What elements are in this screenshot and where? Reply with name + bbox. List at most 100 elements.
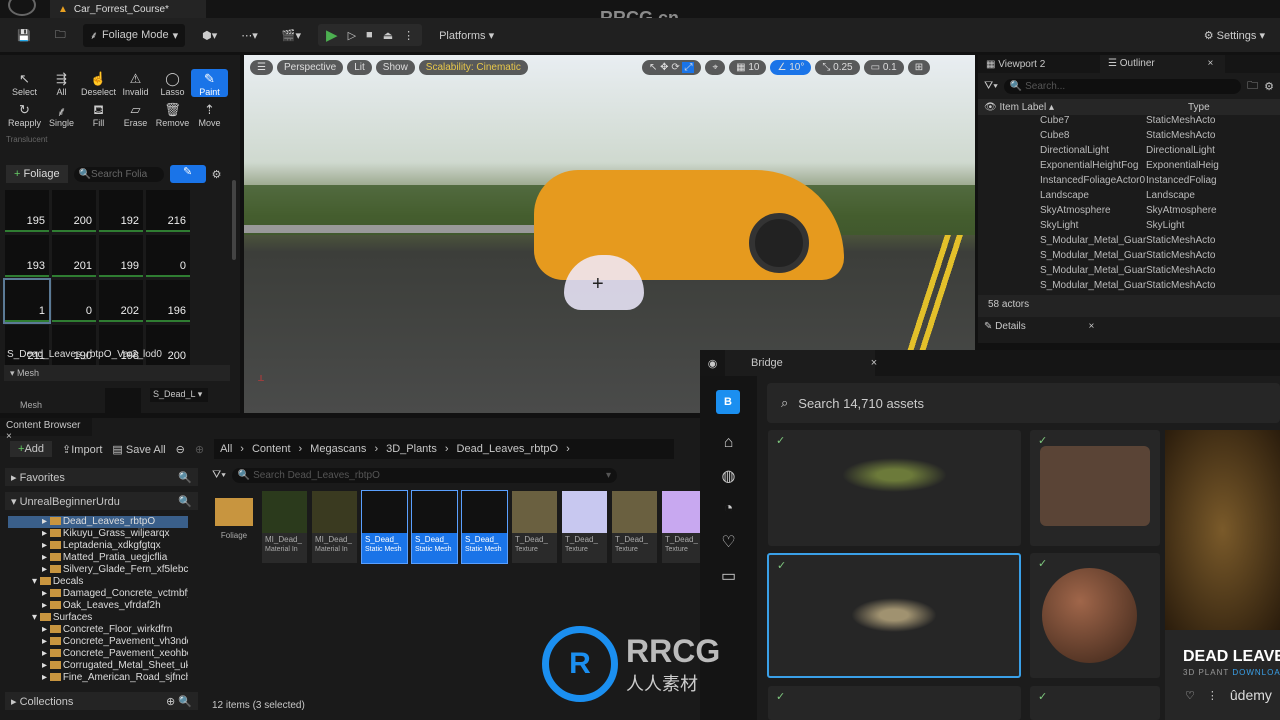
asset-search-input[interactable]: 🔍 Search Dead_Leaves_rbtpO ▾ [231,468,617,483]
column-type[interactable]: Type [1188,102,1210,113]
settings-button[interactable]: ⚙ Settings ▾ [1197,25,1272,46]
home-icon[interactable]: ⌂ [700,434,757,452]
folder-tree-item[interactable]: ▸ Leptadenia_xdkgfgtqx [8,540,188,552]
foliage-item[interactable]: 196 [146,280,190,322]
asset-folder-foliage[interactable]: Foliage [212,493,256,540]
tool-select[interactable]: ↖ Select [6,69,43,97]
add-collection-icon[interactable]: ⊕ 🔍 [166,695,192,708]
tool-fill[interactable]: ⛾ Fill [80,100,117,128]
download-link[interactable]: DOWNLOADE [1232,668,1280,677]
scrollbar[interactable] [232,180,236,260]
favorite-icon[interactable]: ♡ [1185,689,1195,702]
tool-reapply[interactable]: ↻ Reapply [6,100,43,128]
platforms-button[interactable]: Platforms ▾ [432,25,501,46]
transform-tools[interactable]: ↖ ✥ ⟳ ⤢ [642,60,702,75]
outliner-row[interactable]: S_Modular_Metal_Guardrail_uh1klStaticMes… [978,265,1280,280]
tab-details[interactable]: ✎ Details × [978,317,1280,339]
tool-move[interactable]: ⇡ Move [191,100,228,128]
foliage-item[interactable]: 200 [146,325,190,367]
folder-tree-item[interactable]: ▸ Dead_Leaves_rbtpO [8,516,188,528]
chevron-right-icon[interactable]: › [445,443,449,455]
search-icon[interactable]: 🔍 [178,471,192,484]
folder-tree-item[interactable]: ▸ Fine_American_Road_sjfnch [8,672,188,684]
foliage-item[interactable]: 200 [52,190,96,232]
asset-tile[interactable]: S_Dead_ Static Mesh [361,490,408,564]
foliage-item[interactable]: 195 [5,190,49,232]
breadcrumb-item[interactable]: All [220,443,232,455]
folder-tree-item[interactable]: ▸ Matted_Pratia_uegjcflia [8,552,188,564]
step-icon[interactable]: ▷ [348,29,356,42]
save-all-button[interactable]: ▤ Save All [112,443,165,456]
filter-icon[interactable]: ⛛▾ [212,469,226,482]
add-actor-button[interactable]: ⬢▾ [195,25,224,46]
outliner-row[interactable]: SkyLight SkyLight [978,220,1280,235]
layout-button[interactable]: ⊞ [907,60,931,75]
folder-tree-item[interactable]: ▾ Decals [8,576,188,588]
heart-icon[interactable]: ♡ [700,532,757,552]
close-icon[interactable]: × [1089,321,1095,332]
close-icon[interactable]: × [871,357,877,369]
folder-tree-item[interactable]: ▸ Oak_Leaves_vfrdaf2h [8,600,188,612]
level-tab[interactable]: ▲ Car_Forrest_Course* [50,0,206,18]
outliner-row[interactable]: Landscape Landscape [978,190,1280,205]
outliner-row[interactable]: S_Modular_Metal_Guardrail_uh1klStaticMes… [978,235,1280,250]
more-icon[interactable]: ⋮ [1207,689,1218,702]
foliage-item[interactable]: 190 [52,325,96,367]
asset-card[interactable]: ✓ [1030,430,1160,546]
column-item-label[interactable]: 👁 Item Label ▴ [978,102,1188,113]
browse-icon[interactable]: 🗀 [48,22,73,49]
chevron-right-icon[interactable]: › [299,443,303,455]
tool-invalid[interactable]: ⚠ Invalid [117,69,154,97]
foliage-item[interactable]: 0 [146,235,190,277]
back-icon[interactable]: ⊖ [176,443,185,456]
save-icon[interactable]: 💾 [10,25,38,46]
surface-snap-icon[interactable]: ⌖ [705,60,726,75]
local-icon[interactable]: ▭ [700,566,757,586]
outliner-row[interactable]: InstancedFoliageActor0 InstancedFoliag [978,175,1280,190]
breadcrumb-item[interactable]: Content [252,443,291,455]
tool-remove[interactable]: 🗑 Remove [154,100,191,128]
asset-tile[interactable]: MI_Dead_ Material In [262,491,307,563]
perspective-button[interactable]: Perspective [276,60,344,75]
add-foliage-button[interactable]: + Foliage [6,165,68,183]
outliner-row[interactable]: DirectionalLight DirectionalLight [978,145,1280,160]
foliage-item[interactable]: 202 [99,280,143,322]
folder-tree-item[interactable]: ▸ Concrete_Floor_wirkdfrn [8,624,188,636]
foliage-item[interactable]: 198 [99,325,143,367]
project-header[interactable]: ▾ UnrealBeginnerUrdu 🔍 [5,492,198,510]
outliner-row[interactable]: S_Modular_Metal_Guardrail_uh1klStaticMes… [978,280,1280,295]
bridge-logo[interactable]: B [716,390,740,414]
chevron-right-icon[interactable]: › [240,443,244,455]
asset-tile[interactable]: S_Dead_ Static Mesh [461,490,508,564]
tool-all[interactable]: ⇶ All [43,69,80,97]
outliner-row[interactable]: ExponentialHeightFog ExponentialHeig [978,160,1280,175]
tab-outliner[interactable]: ☰ Outliner × [1100,55,1225,73]
tool-deselect[interactable]: ☝ Deselect [80,69,117,97]
tab-content-browser[interactable]: Content Browser × [0,418,92,442]
foliage-item[interactable]: 211 [5,325,49,367]
asset-tile[interactable]: MI_Dead_ Material In [312,491,357,563]
play-icon[interactable]: ▶ [326,26,338,44]
collections-header[interactable]: ▸ Collections ⊕ 🔍 [5,692,198,710]
globe-icon[interactable]: ◍ [700,466,757,486]
mesh-dropdown[interactable]: S_Dead_L ▾ [150,388,208,402]
folder-tree-item[interactable]: ▸ Corrugated_Metal_Sheet_uk [8,660,188,672]
search-icon[interactable]: 🔍 [178,495,192,508]
scale-snap-button[interactable]: ⤡ 0.25 [815,60,860,75]
asset-tile[interactable]: T_Dead_ Texture [612,491,657,563]
gear-icon[interactable]: ⚙ [212,168,222,181]
foliage-item[interactable]: 193 [5,235,49,277]
outliner-row[interactable]: S_Modular_Metal_Guardrail_uh1klStaticMes… [978,250,1280,265]
grid-snap-button[interactable]: ▦ 10 [729,60,767,75]
camera-speed-button[interactable]: ▭ 0.1 [863,60,904,75]
breadcrumb-item[interactable]: Megascans [310,443,366,455]
folder-tree-item[interactable]: ▸ Concrete_Pavement_xeohbe [8,648,188,660]
asset-tile[interactable]: T_Dead_ Texture [512,491,557,563]
folder-tree-item[interactable]: ▸ Damaged_Concrete_vctmbfy [8,588,188,600]
asset-tile[interactable]: S_Dead_ Static Mesh [411,490,458,564]
foliage-item[interactable]: 0 [52,280,96,322]
chevron-right-icon[interactable]: › [566,443,570,455]
tool-lasso[interactable]: ◯ Lasso [154,69,191,97]
lit-button[interactable]: Lit [347,60,372,75]
bridge-search-input[interactable]: ⌕ Search 14,710 assets [767,383,1280,423]
